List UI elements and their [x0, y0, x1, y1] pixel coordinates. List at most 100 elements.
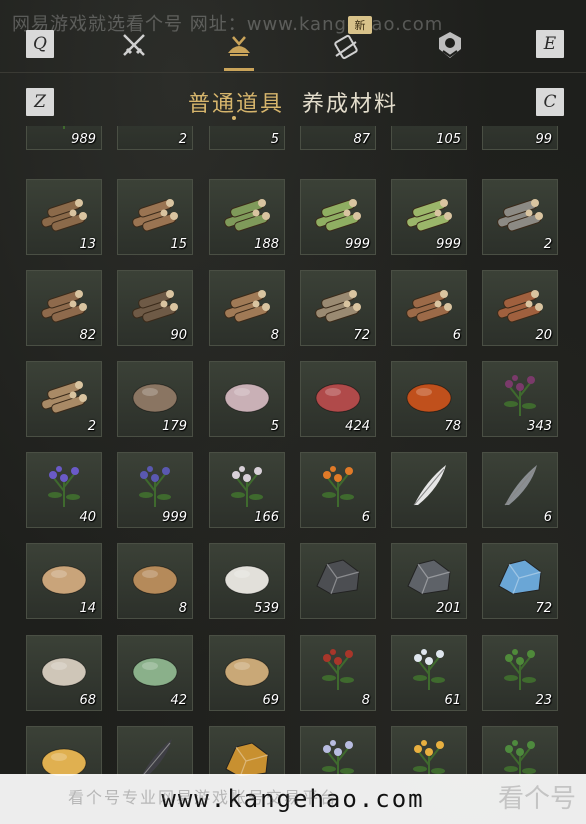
crossed-swords-icon[interactable]: [114, 25, 154, 65]
log-pile-icon: [126, 188, 184, 236]
inventory-slot[interactable]: 6: [391, 270, 467, 346]
item-quantity: 20: [535, 328, 552, 343]
log-pile-icon: [35, 188, 93, 236]
item-quantity: 90: [170, 328, 187, 343]
subtab-bar: Z 普通道具 养成材料 C: [0, 82, 586, 122]
item-quantity: 999: [162, 510, 187, 525]
inventory-slot[interactable]: [482, 726, 558, 776]
inventory-slot[interactable]: 23: [482, 635, 558, 711]
inventory-slot[interactable]: 87: [300, 126, 376, 150]
inventory-slot[interactable]: 201: [391, 543, 467, 619]
inventory-slot[interactable]: [300, 543, 376, 619]
key-e-next-tab[interactable]: E: [536, 30, 564, 58]
item-quantity: 68: [79, 693, 96, 708]
inventory-slot[interactable]: [391, 452, 467, 528]
paper-sheet-icon: [309, 126, 367, 131]
green-herb-icon: [491, 644, 549, 692]
item-quantity: 14: [79, 601, 96, 616]
inventory-slot[interactable]: 2: [26, 361, 102, 437]
inventory-slot[interactable]: 166: [209, 452, 285, 528]
item-quantity: 8: [178, 601, 187, 616]
dark-ore-icon: [309, 552, 367, 600]
pouch-icon[interactable]: [219, 24, 259, 64]
inventory-slot[interactable]: 14: [26, 543, 102, 619]
inventory-slot[interactable]: 68: [26, 635, 102, 711]
key-q-prev-tab[interactable]: Q: [26, 30, 54, 58]
blue-ore-icon: [491, 552, 549, 600]
inventory-slot[interactable]: [391, 726, 467, 776]
fruit-branch-icon: [400, 735, 458, 776]
inventory-slot[interactable]: 6: [482, 452, 558, 528]
item-quantity: 2: [543, 237, 552, 252]
inventory-slot[interactable]: 8: [209, 270, 285, 346]
inventory-slot[interactable]: 188: [209, 179, 285, 255]
inventory-slot[interactable]: 539: [209, 543, 285, 619]
log-pile-icon: [35, 370, 93, 418]
inventory-slot[interactable]: [117, 726, 193, 776]
item-quantity: 82: [79, 328, 96, 343]
key-c-next-subtab[interactable]: C: [536, 88, 564, 116]
inventory-slot[interactable]: [209, 726, 285, 776]
inventory-slot[interactable]: 99: [482, 126, 558, 150]
lavender-herb-icon: [35, 461, 93, 509]
white-fleece-icon: [218, 552, 276, 600]
flower-sprig-icon: [35, 126, 93, 131]
inventory-slot[interactable]: 82: [26, 270, 102, 346]
item-quantity: 42: [170, 693, 187, 708]
inventory-slot[interactable]: 78: [391, 361, 467, 437]
inventory-slot[interactable]: 6: [300, 452, 376, 528]
potted-plant-icon: [491, 735, 549, 776]
inventory-slot[interactable]: 999: [300, 179, 376, 255]
inventory-slot[interactable]: 2: [482, 179, 558, 255]
item-quantity: 6: [452, 328, 461, 343]
inventory-slot[interactable]: 72: [482, 543, 558, 619]
inventory-slot[interactable]: 2: [117, 126, 193, 150]
banner-chinese-text: 看个号专业网易游戏账号交易平台: [68, 788, 339, 807]
item-quantity: 61: [444, 693, 461, 708]
inventory-slot[interactable]: 343: [482, 361, 558, 437]
item-quantity: 179: [162, 419, 187, 434]
bamboo-rack-icon: [218, 126, 276, 131]
cloth-bolt-icon: [400, 126, 458, 131]
item-quantity: 5: [270, 132, 279, 147]
subtab-growth-materials[interactable]: 养成材料: [302, 86, 398, 118]
item-quantity: 999: [345, 237, 370, 252]
inventory-slot[interactable]: 40: [26, 452, 102, 528]
top-nav-bar: 网易游戏就选看个号 网址：www.kangehao.com Q 新 E: [0, 0, 586, 73]
log-pile-icon: [491, 188, 549, 236]
inventory-slot[interactable]: 69: [209, 635, 285, 711]
chestnut-icon: [400, 370, 458, 418]
inventory-slot[interactable]: 989: [26, 126, 102, 150]
inventory-slot[interactable]: 999: [391, 179, 467, 255]
key-z-prev-subtab[interactable]: Z: [26, 88, 54, 116]
inventory-slot[interactable]: 424: [300, 361, 376, 437]
emblem-icon[interactable]: [430, 25, 470, 65]
inventory-slot[interactable]: 8: [300, 635, 376, 711]
inventory-slot[interactable]: 42: [117, 635, 193, 711]
log-pile-icon: [218, 279, 276, 327]
item-quantity: 2: [178, 132, 187, 147]
inventory-slot[interactable]: 72: [300, 270, 376, 346]
item-quantity: 78: [444, 419, 461, 434]
item-quantity: 40: [79, 510, 96, 525]
inventory-slot[interactable]: 999: [117, 452, 193, 528]
item-quantity: 539: [254, 601, 279, 616]
inventory-slot[interactable]: 105: [391, 126, 467, 150]
subtab-common-items[interactable]: 普通道具: [188, 86, 284, 118]
inventory-slot[interactable]: 13: [26, 179, 102, 255]
active-subtab-dot: [232, 116, 236, 120]
inventory-grid: 989 2 5 87 105 99 13 15 188 999 999 2 82…: [26, 126, 566, 776]
inventory-slot[interactable]: [26, 726, 102, 776]
inventory-slot[interactable]: 179: [117, 361, 193, 437]
inventory-slot[interactable]: 61: [391, 635, 467, 711]
inventory-slot[interactable]: 15: [117, 179, 193, 255]
inventory-slot[interactable]: 5: [209, 126, 285, 150]
item-quantity: 999: [436, 237, 461, 252]
inventory-slot[interactable]: 5: [209, 361, 285, 437]
item-quantity: 23: [535, 693, 552, 708]
inventory-slot[interactable]: [300, 726, 376, 776]
inventory-slot[interactable]: 8: [117, 543, 193, 619]
item-quantity: 8: [270, 328, 279, 343]
inventory-slot[interactable]: 90: [117, 270, 193, 346]
inventory-slot[interactable]: 20: [482, 270, 558, 346]
